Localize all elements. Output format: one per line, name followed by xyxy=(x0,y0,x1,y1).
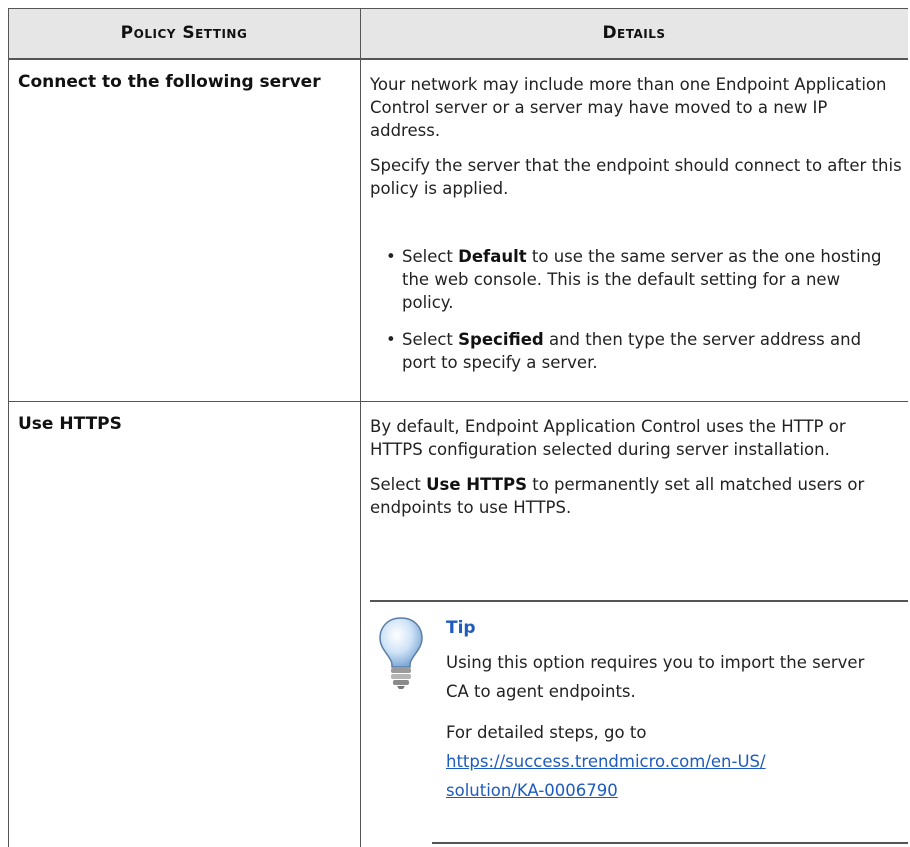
setting-name-use-https: Use HTTPS xyxy=(18,414,122,434)
option-specified-label: Specified xyxy=(458,330,544,349)
setting-name-connect-server: Connect to the following server xyxy=(18,72,321,92)
tip-steps: For detailed steps, go to https://succes… xyxy=(446,723,766,800)
table-left-border xyxy=(8,8,9,847)
details-use-https: By default, Endpoint Application Control… xyxy=(370,415,902,519)
details-connect-server: Your network may include more than one E… xyxy=(370,73,902,372)
option-use-https-label: Use HTTPS xyxy=(426,475,527,494)
lightbulb-icon xyxy=(376,614,426,690)
column-header-policy-setting: Policy Setting xyxy=(120,23,248,43)
tip-title: Tip xyxy=(446,618,476,638)
details-paragraph: Specify the server that the endpoint sho… xyxy=(370,156,902,198)
details-paragraph: By default, Endpoint Application Control… xyxy=(370,417,846,459)
tip-text: Using this option requires you to import… xyxy=(446,653,865,701)
kb-article-link[interactable]: https://success.trendmicro.com/en-US/ xyxy=(446,752,766,771)
row-divider xyxy=(8,401,908,402)
column-header-details: Details xyxy=(602,23,666,43)
option-default-label: Default xyxy=(458,247,527,266)
kb-article-link-continued[interactable]: solution/KA-0006790 xyxy=(446,781,618,800)
list-item: • Select Specified and then type the ser… xyxy=(386,330,862,372)
details-paragraph: Your network may include more than one E… xyxy=(370,75,887,140)
tip-top-rule xyxy=(370,600,908,602)
header-bottom-border xyxy=(8,58,908,60)
table-top-border xyxy=(8,8,908,9)
tip-bottom-rule xyxy=(432,842,908,844)
list-item: • Select Default to use the same server … xyxy=(386,247,882,312)
column-divider xyxy=(360,8,361,847)
details-paragraph: Select Use HTTPS to permanently set all … xyxy=(370,475,865,517)
